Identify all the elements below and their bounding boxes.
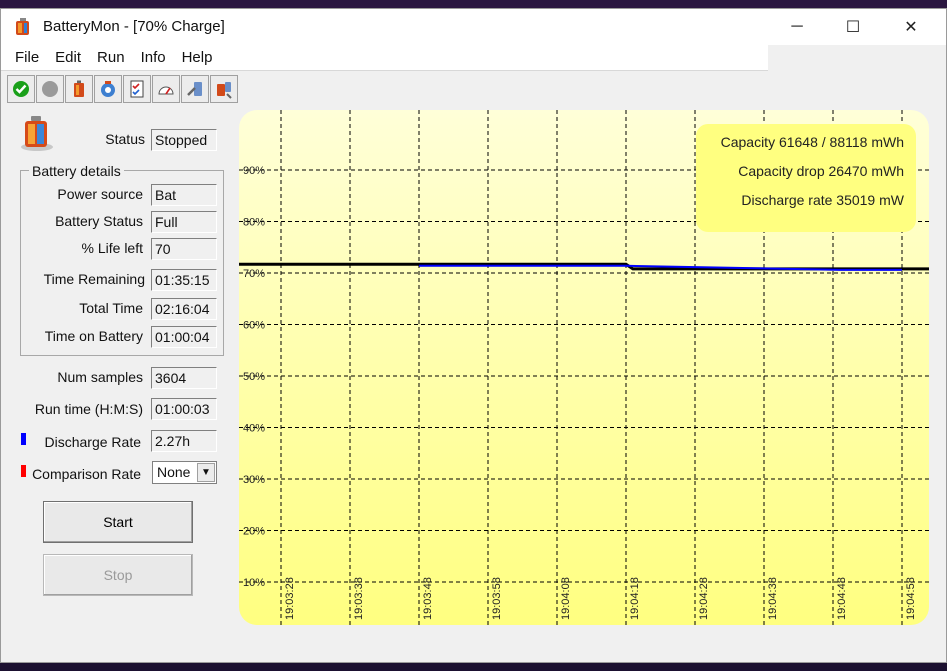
status-field: Stopped — [151, 129, 217, 151]
x-tick-label: 19:03:58 — [491, 577, 503, 620]
num-samples-field: 3604 — [151, 367, 217, 389]
x-tick-label: 19:04:28 — [698, 577, 710, 620]
menu-bar: File Edit Run Info Help — [1, 45, 768, 71]
left-panel: Status Stopped Battery details Power sou… — [1, 105, 233, 665]
comparison-rate-label: Comparison Rate — [32, 466, 141, 482]
minimize-button[interactable]: ─ — [769, 9, 825, 45]
y-tick-label: 70% — [243, 268, 265, 280]
y-tick-label: 80% — [243, 217, 265, 229]
battery-tool-icon[interactable] — [181, 75, 209, 103]
stop-button[interactable]: Stop — [43, 554, 193, 596]
x-tick-label: 19:04:48 — [836, 577, 848, 620]
comparison-rate-select[interactable]: None ▼ — [152, 461, 217, 484]
x-tick-label: 19:04:58 — [905, 577, 917, 620]
x-tick-label: 19:03:48 — [422, 577, 434, 620]
y-tick-label: 10% — [243, 577, 265, 589]
power-source-label: Power source — [57, 186, 143, 202]
time-on-battery-label: Time on Battery — [44, 328, 143, 344]
comparison-rate-value: None — [157, 464, 191, 480]
battery-details-title: Battery details — [29, 163, 124, 179]
gauge-icon[interactable] — [152, 75, 180, 103]
close-button[interactable]: ✕ — [883, 9, 939, 45]
battery-status-label: Battery Status — [55, 213, 143, 229]
app-window: BatteryMon - [70% Charge] ─ ☐ ✕ File Edi… — [0, 8, 947, 663]
start-check-icon[interactable] — [7, 75, 35, 103]
discharge-rate-label: Discharge Rate — [44, 434, 142, 450]
menu-file[interactable]: File — [7, 49, 47, 66]
x-tick-label: 19:03:38 — [353, 577, 365, 620]
info-box: Capacity 61648 / 88118 mWh Capacity drop… — [696, 124, 916, 232]
battery-logo-icon — [21, 116, 53, 151]
life-left-field: 70 — [151, 238, 217, 260]
time-on-battery-field: 01:00:04 — [151, 326, 217, 348]
title-bar[interactable]: BatteryMon - [70% Charge] ─ ☐ ✕ — [1, 9, 946, 45]
app-battery-icon — [16, 18, 29, 35]
y-tick-label: 20% — [243, 526, 265, 538]
y-tick-label: 90% — [243, 165, 265, 177]
life-left-label: % Life left — [81, 240, 143, 256]
time-remaining-field: 01:35:15 — [151, 269, 217, 291]
y-tick-label: 60% — [243, 320, 265, 332]
menu-run[interactable]: Run — [89, 49, 133, 66]
discharge-rate-text: Discharge rate 35019 mW — [741, 192, 904, 208]
menu-help[interactable]: Help — [174, 49, 221, 66]
battery-status-field: Full — [151, 211, 217, 233]
y-tick-label: 40% — [243, 423, 265, 435]
menu-edit[interactable]: Edit — [47, 49, 89, 66]
run-time-field: 01:00:03 — [151, 398, 217, 420]
comparison-color-marker — [21, 465, 26, 477]
time-remaining-label: Time Remaining — [43, 271, 145, 287]
toolbar — [7, 75, 239, 103]
battery-info-icon[interactable] — [210, 75, 238, 103]
run-time-label: Run time (H:M:S) — [34, 401, 143, 417]
settings-battery-icon[interactable] — [94, 75, 122, 103]
y-tick-label: 30% — [243, 474, 265, 486]
y-tick-label: 50% — [243, 371, 265, 383]
menu-info[interactable]: Info — [133, 49, 174, 66]
discharge-rate-field: 2.27h — [151, 430, 217, 452]
discharge-color-marker — [21, 433, 26, 445]
total-time-label: Total Time — [79, 300, 143, 316]
status-label: Status — [105, 131, 145, 147]
battery-icon[interactable] — [65, 75, 93, 103]
maximize-button[interactable]: ☐ — [825, 9, 881, 45]
num-samples-label: Num samples — [57, 369, 143, 385]
start-button[interactable]: Start — [43, 501, 193, 543]
capacity-text: Capacity 61648 / 88118 mWh — [720, 134, 904, 150]
power-source-field: Bat — [151, 184, 217, 206]
battery-chart: 90% 80% 70% 60% 50% 40% 30% 20% 10% 19:03:28 19:03… — [239, 110, 929, 625]
window-title: BatteryMon - [70% Charge] — [43, 18, 225, 35]
total-time-field: 02:16:04 — [151, 298, 217, 320]
checklist-icon[interactable] — [123, 75, 151, 103]
stop-circle-icon[interactable] — [36, 75, 64, 103]
x-tick-label: 19:04:18 — [629, 577, 641, 620]
x-tick-label: 19:04:38 — [767, 577, 779, 620]
x-tick-label: 19:03:28 — [284, 577, 296, 620]
x-tick-label: 19:04:08 — [560, 577, 572, 620]
dropdown-arrow-icon[interactable]: ▼ — [197, 463, 215, 482]
capacity-drop-text: Capacity drop 26470 mWh — [738, 163, 904, 179]
